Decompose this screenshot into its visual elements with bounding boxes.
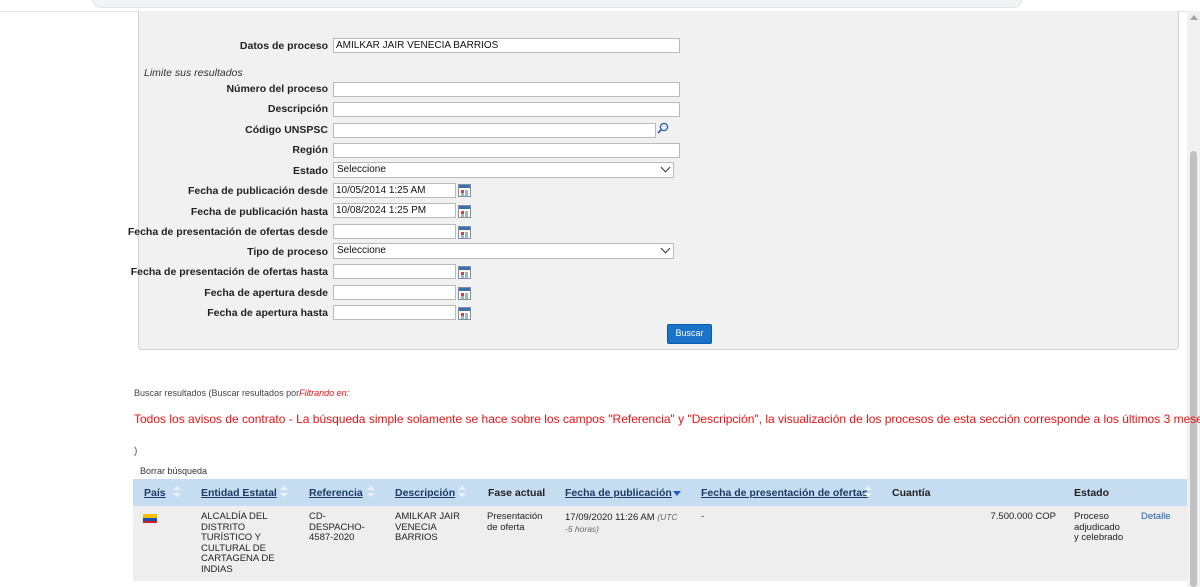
calendar-icon[interactable] <box>458 184 471 197</box>
pres-desde-input[interactable] <box>333 224 456 239</box>
closing-paren: ) <box>134 446 138 457</box>
calendar-icon[interactable] <box>458 226 471 239</box>
descripcion-label: Descripción <box>267 103 328 115</box>
detalle-link[interactable]: Detalle <box>1141 511 1171 523</box>
col-header-estado: Estado <box>1074 487 1110 499</box>
apertura-desde-label: Fecha de apertura desde <box>204 287 328 299</box>
chevron-down-icon <box>660 162 671 173</box>
tipo-proceso-select-value: Seleccione <box>337 245 386 256</box>
col-header-referencia[interactable]: Referencia <box>309 487 363 499</box>
estado-select[interactable]: Seleccione <box>333 162 674 178</box>
cell-fecha-pres: - <box>701 511 705 522</box>
search-notice: Todos los avisos de contrato - La búsque… <box>134 412 1200 426</box>
calendar-icon[interactable] <box>458 287 471 300</box>
col-header-cuantia: Cuantía <box>892 487 931 499</box>
results-prefix: Buscar resultados (Buscar resultados por <box>134 388 300 398</box>
cell-fecha-pub: 17/09/2020 11:26 AM (UTC -5 horas) <box>565 512 685 535</box>
pres-hasta-label: Fecha de presentación de ofertas hasta <box>130 266 328 278</box>
datos-proceso-input[interactable]: AMILKAR JAIR VENECIA BARRIOS <box>333 38 680 53</box>
sort-icon[interactable] <box>367 486 375 498</box>
cell-cuantia: 7.500.000 COP <box>990 511 1057 522</box>
search-panel <box>138 11 1179 350</box>
tipo-proceso-select[interactable]: Seleccione <box>333 243 674 259</box>
filter-label: Filtrando en: <box>299 388 350 398</box>
search-icon[interactable] <box>657 122 669 134</box>
cell-entidad: ALCALDÍA DEL DISTRITO TURÍSTICO Y CULTUR… <box>201 511 275 575</box>
col-header-fase: Fase actual <box>488 487 546 499</box>
pres-desde-label: Fecha de presentación de ofertas desde <box>127 226 328 238</box>
cell-estado: Proceso adjudicado y celebrado <box>1074 511 1124 543</box>
apertura-hasta-label: Fecha de apertura hasta <box>207 307 328 319</box>
codigo-unspsc-input[interactable] <box>333 123 656 138</box>
colombia-flag-icon <box>143 514 157 523</box>
region-label: Región <box>292 144 328 156</box>
calendar-icon[interactable] <box>458 205 471 218</box>
col-header-pais[interactable]: País <box>144 487 166 499</box>
pub-desde-label: Fecha de publicación desde <box>187 185 328 197</box>
calendar-icon[interactable] <box>458 266 471 279</box>
col-header-fecha-pub[interactable]: Fecha de publicación <box>565 487 672 499</box>
pub-hasta-label: Fecha de publicación hasta <box>190 206 328 218</box>
datos-proceso-label: Datos de proceso <box>239 40 328 52</box>
pub-hasta-input[interactable]: 10/08/2024 1:25 PM <box>333 203 456 218</box>
fecha-pub-value: 17/09/2020 11:26 AM <box>565 512 655 523</box>
sort-icon[interactable] <box>280 486 288 498</box>
col-header-descripcion[interactable]: Descripción <box>395 487 455 499</box>
apertura-desde-input[interactable] <box>333 285 456 300</box>
estado-label: Estado <box>292 165 328 177</box>
clear-search-link[interactable]: Borrar búsqueda <box>140 466 207 476</box>
pub-desde-input[interactable]: 10/05/2014 1:25 AM <box>333 183 456 198</box>
col-header-entidad[interactable]: Entidad Estatal <box>201 487 277 499</box>
numero-proceso-input[interactable] <box>333 82 680 97</box>
cell-fase: Presentación de oferta <box>487 511 543 533</box>
col-header-fecha-pres[interactable]: Fecha de presentación de ofertas <box>701 487 868 499</box>
vertical-scrollbar[interactable] <box>1187 11 1200 587</box>
cell-referencia: CD-DESPACHO-4587-2020 <box>309 511 365 543</box>
sort-desc-icon[interactable] <box>673 491 681 496</box>
descripcion-input[interactable] <box>333 102 680 117</box>
estado-select-value: Seleccione <box>337 164 386 175</box>
results-summary: Buscar resultados (Buscar resultados por… <box>134 388 349 398</box>
tipo-proceso-label: Tipo de proceso <box>247 246 328 258</box>
numero-proceso-label: Número del proceso <box>226 83 328 95</box>
browser-tab-strip <box>92 0 1022 8</box>
table-row: ALCALDÍA DEL DISTRITO TURÍSTICO Y CULTUR… <box>133 506 1187 581</box>
scroll-up-icon[interactable] <box>1190 15 1198 20</box>
codigo-unspsc-label: Código UNSPSC <box>245 124 328 136</box>
cell-descripcion: AMILKAR JAIR VENECIA BARRIOS <box>395 511 460 543</box>
sort-icon[interactable] <box>173 486 181 498</box>
buscar-button[interactable]: Buscar <box>667 324 712 344</box>
region-input[interactable] <box>333 143 680 158</box>
calendar-icon[interactable] <box>458 307 471 320</box>
apertura-hasta-input[interactable] <box>333 305 456 320</box>
results-table-header: País Entidad Estatal Referencia Descripc… <box>133 479 1187 506</box>
sort-icon[interactable] <box>864 486 872 498</box>
chevron-down-icon <box>660 243 671 254</box>
limit-results-subtitle: Limite sus resultados <box>144 67 243 79</box>
sort-icon[interactable] <box>458 486 466 498</box>
scroll-thumb[interactable] <box>1190 151 1197 587</box>
pres-hasta-input[interactable] <box>333 264 456 279</box>
